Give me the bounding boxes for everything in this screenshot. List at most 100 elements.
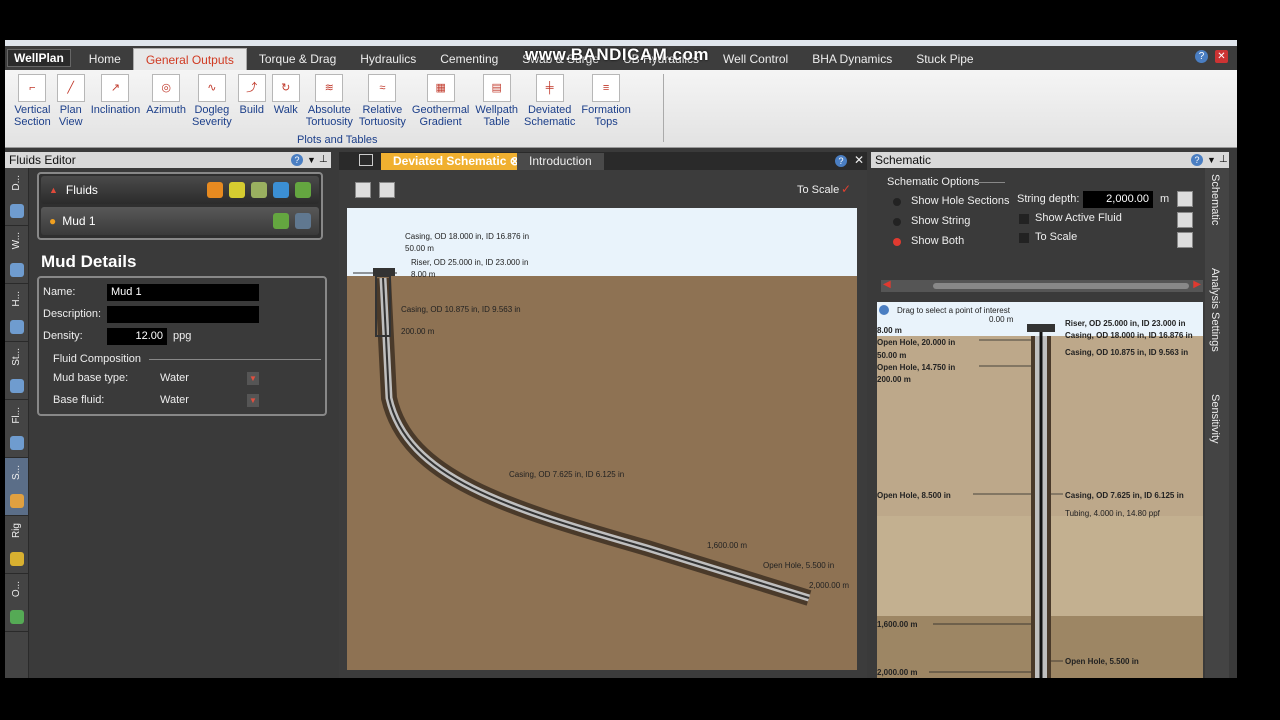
ribbon-item-3[interactable]: ◎ Azimuth (143, 74, 189, 128)
to-scale-checkbox[interactable]: ✓ (841, 182, 851, 196)
help-icon[interactable]: ? (1191, 154, 1203, 166)
tab-well-control[interactable]: Well Control (711, 48, 800, 70)
tab-hydraulics[interactable]: Hydraulics (348, 48, 428, 70)
side-tab-sensitivity[interactable]: Sensitivity (1209, 394, 1221, 454)
zoom-icon[interactable] (1177, 232, 1193, 248)
composition-label: Fluid Composition (53, 353, 142, 365)
check-label: To Scale (1035, 231, 1078, 243)
ribbon-7-icon: ≋ (315, 74, 344, 102)
riser (1027, 324, 1055, 332)
ribbon-item-7[interactable]: ≋ Absolute Tortuosity (303, 74, 356, 128)
ribbon-item-10[interactable]: ▤ Wellpath Table (472, 74, 521, 128)
name-label: Name: (43, 286, 76, 298)
help-icon[interactable]: ? (1195, 50, 1208, 63)
ribbon-item-label: Vertical Section (14, 104, 51, 128)
dropdown-icon[interactable]: ▼ (1207, 152, 1216, 168)
deviated-schematic-canvas: Casing, OD 18.000 in, ID 16.876 in 50.00… (347, 208, 857, 670)
label-casing-10: Casing, OD 10.875 in, ID 9.563 in (401, 305, 521, 314)
close-icon[interactable]: ✕ (1215, 50, 1228, 63)
copy-fluid-icon[interactable] (273, 213, 289, 229)
ribbon-item-5[interactable]: ⤴ Build (235, 74, 269, 128)
tab-home[interactable]: Home (77, 48, 133, 70)
chevron-down-icon[interactable]: ▼ (247, 394, 259, 407)
options-label: Schematic Options (887, 176, 980, 188)
side-tab-analysis-settings[interactable]: Analysis Settings (1209, 268, 1221, 364)
pin-icon[interactable]: ⊥ (319, 152, 328, 168)
vtab-1[interactable]: W... (5, 226, 28, 284)
tab-deviated-schematic[interactable]: Deviated Schematic ⊗ (381, 153, 532, 170)
radio-both[interactable] (893, 238, 901, 246)
vtab-3[interactable]: St... (5, 342, 28, 400)
pin-icon[interactable]: ⊥ (1219, 152, 1228, 168)
fluid-item-mud-1[interactable]: ● Mud 1 (41, 207, 319, 235)
tab-torque-drag[interactable]: Torque & Drag (247, 48, 348, 70)
vtab-7[interactable]: O... (5, 574, 28, 632)
radio-string[interactable] (893, 218, 901, 226)
tab-bha-dynamics[interactable]: BHA Dynamics (800, 48, 904, 70)
ribbon-item-2[interactable]: ↗ Inclination (88, 74, 144, 128)
checkbox-to-scale[interactable] (1019, 233, 1029, 243)
fit-icon[interactable] (1177, 212, 1193, 228)
density-field[interactable]: 12.00 (107, 328, 167, 345)
to-scale-label: To Scale (797, 184, 840, 196)
description-field[interactable] (107, 306, 259, 323)
divider (975, 182, 1005, 183)
base-type-label: Mud base type: (53, 372, 129, 384)
ribbon-item-6[interactable]: ↻ Walk (269, 74, 303, 128)
label-2000m: 2,000.00 m (809, 581, 849, 590)
radio-label: Show Both (911, 235, 965, 247)
document-tabs: Deviated Schematic ⊗ Introduction ? ✕ (339, 152, 867, 170)
vtab-5[interactable]: S... (5, 458, 28, 516)
tab-stuck-pipe[interactable]: Stuck Pipe (904, 48, 985, 70)
chevron-down-icon[interactable]: ▼ (247, 372, 259, 385)
ribbon-item-label: Dogleg Severity (192, 104, 232, 128)
delete-fluid-icon[interactable] (295, 213, 311, 229)
name-field[interactable]: Mud 1 (107, 284, 259, 301)
ribbon-item-1[interactable]: ╱ Plan View (54, 74, 88, 128)
add-synthetic-mud-icon[interactable] (229, 182, 245, 198)
label-casing-18: Casing, OD 18.000 in, ID 16.876 in (1065, 331, 1193, 340)
zoom-icon[interactable] (355, 182, 371, 198)
dropdown-icon[interactable]: ▼ (307, 152, 316, 168)
help-icon[interactable]: ? (291, 154, 303, 166)
checkbox-active-fluid[interactable] (1019, 214, 1029, 224)
string-depth-field[interactable]: 2,000.00 (1083, 191, 1153, 208)
label-2000m: 2,000.00 m (877, 668, 917, 677)
vtab-6[interactable]: Rig (5, 516, 28, 574)
ribbon-item-9[interactable]: ▦ Geothermal Gradient (409, 74, 472, 128)
radio-hole-sections[interactable] (893, 198, 901, 206)
panel-header: Schematic ? ▼ ⊥ (871, 152, 1229, 168)
refresh-icon[interactable] (1177, 191, 1193, 207)
tab-general-outputs[interactable]: General Outputs (132, 48, 247, 70)
wellplan-window: WellPlan Home General Outputs Torque & D… (5, 40, 1237, 678)
fit-icon[interactable] (379, 182, 395, 198)
schematic-toolbar: To Scale ✓ (339, 170, 867, 206)
base-fluid-select[interactable]: Water ▼ (157, 392, 261, 409)
window-icon[interactable] (359, 154, 373, 166)
add-water-mud-icon[interactable] (251, 182, 267, 198)
vtab-4[interactable]: Fl... (5, 400, 28, 458)
base-type-select[interactable]: Water ▼ (157, 370, 261, 387)
tab-introduction[interactable]: Introduction (517, 153, 604, 170)
ribbon-item-8[interactable]: ≈ Relative Tortuosity (356, 74, 409, 128)
horizontal-scrollbar[interactable]: ◀ ▶ (881, 279, 1203, 292)
import-fluid-icon[interactable] (295, 182, 311, 198)
side-tab-schematic[interactable]: Schematic (1209, 174, 1221, 254)
app-menu-button[interactable]: WellPlan (7, 49, 71, 67)
add-oil-mud-icon[interactable] (207, 182, 223, 198)
ribbon-item-11[interactable]: ╪ Deviated Schematic (521, 74, 578, 128)
label-oh-8: Open Hole, 8.500 in (877, 491, 951, 500)
ribbon-item-label: Build (239, 104, 264, 116)
ribbon-item-4[interactable]: ∿ Dogleg Severity (189, 74, 235, 128)
ribbon-item-12[interactable]: ≡ Formation Tops (578, 74, 634, 128)
vtab-0[interactable]: D... (5, 168, 28, 226)
add-brine-icon[interactable] (273, 182, 289, 198)
help-icon[interactable]: ? (835, 155, 847, 167)
collapse-icon[interactable]: ▲ (49, 185, 58, 195)
ribbon-item-0[interactable]: ⌐ Vertical Section (11, 74, 54, 128)
close-icon[interactable]: ✕ (854, 153, 864, 167)
vtab-2[interactable]: H... (5, 284, 28, 342)
description-label: Description: (43, 308, 102, 320)
tab-cementing[interactable]: Cementing (428, 48, 510, 70)
label-50m: 50.00 m (877, 351, 906, 360)
